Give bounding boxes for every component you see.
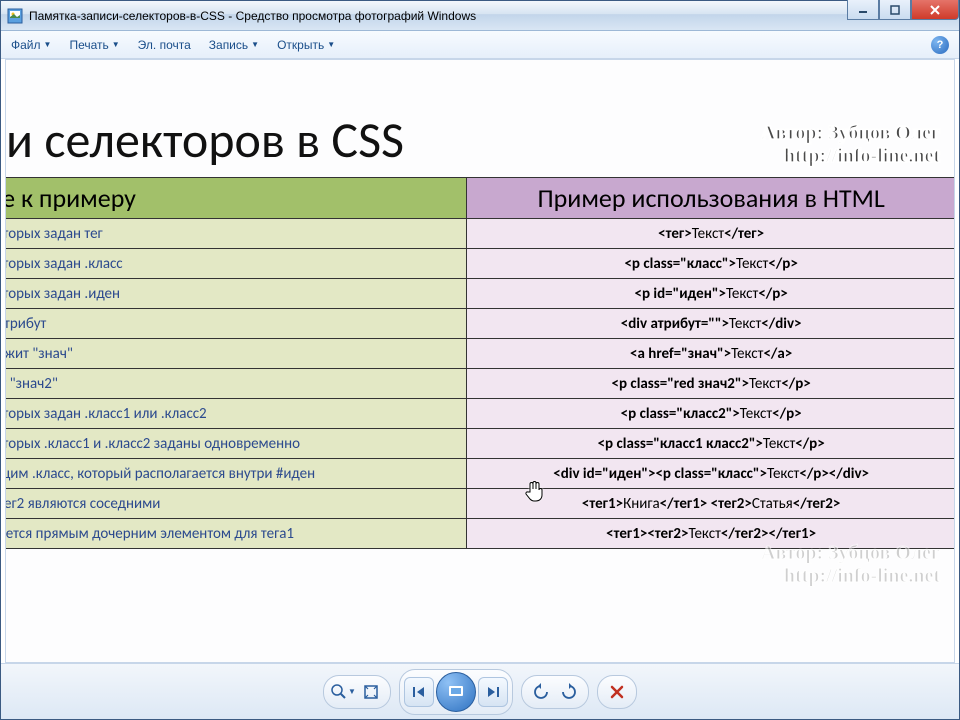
note-cell: элементов, у которых .класс1 и .класс2 з… [5,429,467,459]
rotate-cw-button[interactable] [556,679,582,705]
note-cell: у2, если он является прямым дочерним эле… [5,519,467,549]
image-viewport[interactable]: и селекторов в CSS имечание к примеру Пр… [5,59,955,663]
note-cell: ементам имеющим .класс, который располаг… [5,459,467,489]
col-header-note: имечание к примеру [5,178,467,219]
titlebar[interactable]: Памятка-записи-селекторов-в-CSS - Средст… [1,1,959,31]
note-cell: элементов, у которых задан .класс1 или .… [5,399,467,429]
note-cell: и атрибут содержит "знач" [5,339,467,369]
close-button[interactable] [911,0,959,20]
note-cell: элементов, у которых задан тег [5,219,467,249]
example-cell: <p class="класс2">Текст</p> [467,399,955,429]
example-cell: <div атрибут="">Текст</div> [467,309,955,339]
zoom-group: ▼ [323,675,391,709]
app-icon [7,8,23,24]
example-cell: <a href="знач">Текст</a> [467,339,955,369]
example-cell: <p class="red знач2">Текст</p> [467,369,955,399]
prev-button[interactable] [404,677,434,707]
slideshow-button[interactable] [436,672,476,712]
table-row: и атрибут содержит "знач"<a href="знач">… [5,339,955,369]
viewer-toolbar: ▼ [1,663,959,719]
zoom-button[interactable]: ▼ [330,679,356,705]
table-row: элементов, у которых .класс1 и .класс2 з… [5,429,955,459]
table-row: ементам имеющим .класс, который располаг… [5,459,955,489]
fit-button[interactable] [358,679,384,705]
author-url: http://info-line.net [761,145,940,168]
window-title: Памятка-записи-селекторов-в-CSS - Средст… [29,9,957,23]
table-row: элементов, у которых задан .иден<p id="и… [5,279,955,309]
example-cell: <div id="иден"><p class="класс">Текст</p… [467,459,955,489]
chevron-down-icon: ▼ [251,40,259,49]
chevron-down-icon: ▼ [112,40,120,49]
note-cell: у2, если тег1 и тег2 являются соседними [5,489,467,519]
note-cell: элементов, у которых задан .класс [5,249,467,279]
menu-open[interactable]: Открыть▼ [277,38,335,52]
author-name: Автор: Зубцов Олег [761,122,940,145]
chevron-down-icon: ▼ [327,40,335,49]
selectors-table: имечание к примеру Пример использования … [5,177,955,549]
rotate-ccw-button[interactable] [528,679,554,705]
example-cell: <p class="класс">Текст</p> [467,249,955,279]
note-cell: элементов, у которых задан .иден [5,279,467,309]
menu-print[interactable]: Печать▼ [69,38,119,52]
table-row: элементов, у которых задан .класс1 или .… [5,399,955,429]
delete-group [597,675,637,709]
delete-button[interactable] [604,679,630,705]
note-cell: ам, имеющим атрибут [5,309,467,339]
table-row: элементов, у которых задан .класс<p clas… [5,249,955,279]
minimize-button[interactable] [847,0,879,20]
help-button[interactable]: ? [931,36,949,54]
author-watermark: Автор: Зубцов Олег http://info-line.net [761,122,940,168]
app-window: Памятка-записи-селекторов-в-CSS - Средст… [0,0,960,720]
rotate-group [521,675,589,709]
col-header-example: Пример использования в HTML [467,178,955,219]
table-row: ам, имеющим атрибут<div атрибут="">Текст… [5,309,955,339]
menu-email[interactable]: Эл. почта [138,38,191,52]
example-cell: <p id="иден">Текст</p> [467,279,955,309]
menu-file[interactable]: Файл▼ [11,38,51,52]
author-watermark-faded: Автор: Зубцов Олег http://info-line.net [761,542,940,588]
table-row: и атрибут имеет "знач2"<p class="red зна… [5,369,955,399]
example-cell: <p class="класс1 класс2">Текст</p> [467,429,955,459]
chevron-down-icon: ▼ [44,40,52,49]
window-controls [847,0,959,20]
table-row: у2, если тег1 и тег2 являются соседними<… [5,489,955,519]
image-content: и селекторов в CSS имечание к примеру Пр… [5,110,955,549]
example-cell: <тег>Текст</тег> [467,219,955,249]
note-cell: и атрибут имеет "знач2" [5,369,467,399]
next-button[interactable] [478,677,508,707]
nav-group [399,669,513,715]
maximize-button[interactable] [879,0,911,20]
table-row: элементов, у которых задан тег<тег>Текст… [5,219,955,249]
example-cell: <тег1>Книга</тег1> <тег2>Статья</тег2> [467,489,955,519]
menubar: Файл▼ Печать▼ Эл. почта Запись▼ Открыть▼… [1,31,959,59]
menu-burn[interactable]: Запись▼ [209,38,259,52]
